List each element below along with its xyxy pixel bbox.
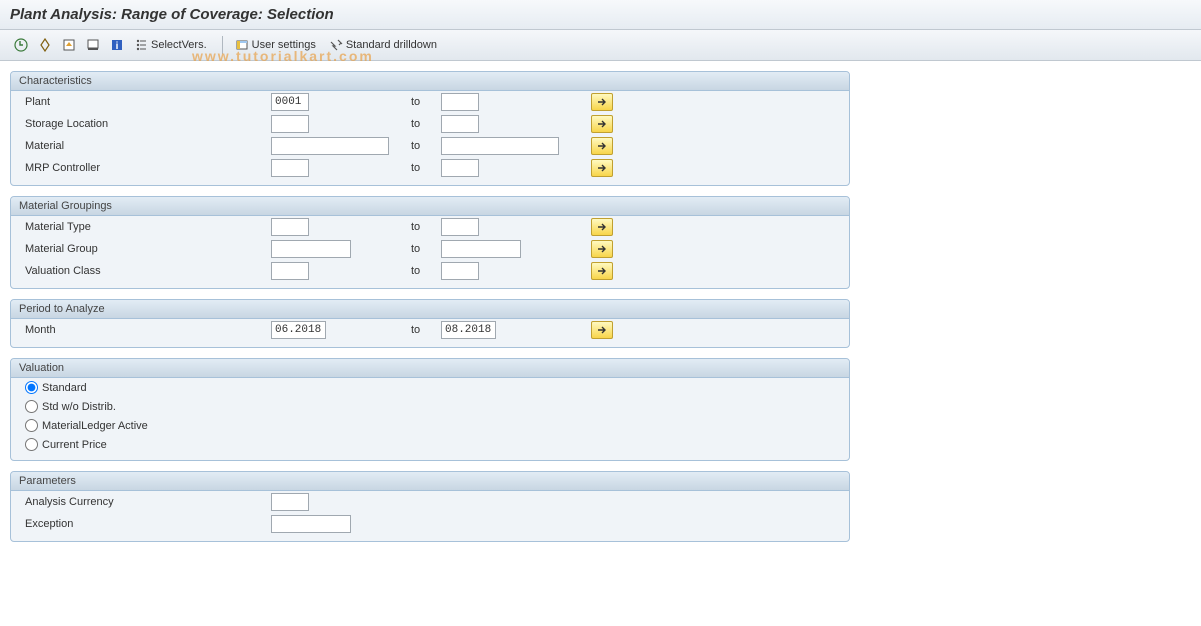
valuation-class-from-input[interactable]	[271, 262, 309, 280]
to-label: to	[411, 118, 441, 130]
to-label: to	[411, 324, 441, 336]
month-label: Month	[11, 324, 271, 336]
valuation-ml-radio[interactable]	[25, 419, 38, 432]
valuation-title: Valuation	[11, 359, 849, 378]
valuation-class-label: Valuation Class	[11, 265, 271, 277]
material-groupings-title: Material Groupings	[11, 197, 849, 216]
material-multiselect-button[interactable]	[591, 137, 613, 155]
application-toolbar: i SelectVers. User settings Standard dri…	[0, 30, 1201, 61]
to-label: to	[411, 162, 441, 174]
select-version-button[interactable]: SelectVers.	[130, 34, 214, 56]
parameters-title: Parameters	[11, 472, 849, 491]
material-label: Material	[11, 140, 271, 152]
month-multiselect-button[interactable]	[591, 321, 613, 339]
valuation-standard-label: Standard	[42, 382, 87, 394]
page-title: Plant Analysis: Range of Coverage: Selec…	[10, 6, 334, 23]
execute-icon[interactable]	[10, 34, 32, 56]
valuation-ml-label: MaterialLedger Active	[42, 420, 148, 432]
material-type-label: Material Type	[11, 221, 271, 233]
material-group-to-input[interactable]	[441, 240, 521, 258]
valuation-class-multiselect-button[interactable]	[591, 262, 613, 280]
month-to-input[interactable]	[441, 321, 496, 339]
characteristics-title: Characteristics	[11, 72, 849, 91]
exception-label: Exception	[11, 518, 271, 530]
exception-input[interactable]	[271, 515, 351, 533]
material-type-multiselect-button[interactable]	[591, 218, 613, 236]
material-from-input[interactable]	[271, 137, 389, 155]
to-label: to	[411, 221, 441, 233]
plant-to-input[interactable]	[441, 93, 479, 111]
toolbar-separator	[222, 36, 223, 54]
title-bar: Plant Analysis: Range of Coverage: Selec…	[0, 0, 1201, 30]
storage-location-from-input[interactable]	[271, 115, 309, 133]
material-type-from-input[interactable]	[271, 218, 309, 236]
to-label: to	[411, 243, 441, 255]
valuation-group: Valuation Standard Std w/o Distrib. Mate…	[10, 358, 850, 461]
period-group: Period to Analyze Month to	[10, 299, 850, 348]
mrp-to-input[interactable]	[441, 159, 479, 177]
valuation-standard-radio[interactable]	[25, 381, 38, 394]
material-group-from-input[interactable]	[271, 240, 351, 258]
to-label: to	[411, 96, 441, 108]
standard-drilldown-button[interactable]: Standard drilldown	[325, 34, 444, 56]
storage-location-to-input[interactable]	[441, 115, 479, 133]
mrp-multiselect-button[interactable]	[591, 159, 613, 177]
valuation-class-to-input[interactable]	[441, 262, 479, 280]
save-variant-icon[interactable]	[82, 34, 104, 56]
to-label: to	[411, 265, 441, 277]
storage-location-label: Storage Location	[11, 118, 271, 130]
characteristics-group: Characteristics Plant to Storage Locatio…	[10, 71, 850, 186]
valuation-current-label: Current Price	[42, 439, 107, 451]
material-to-input[interactable]	[441, 137, 559, 155]
plant-multiselect-button[interactable]	[591, 93, 613, 111]
material-group-label: Material Group	[11, 243, 271, 255]
material-group-multiselect-button[interactable]	[591, 240, 613, 258]
check-icon[interactable]	[34, 34, 56, 56]
get-variant-icon[interactable]	[58, 34, 80, 56]
mrp-controller-label: MRP Controller	[11, 162, 271, 174]
storage-location-multiselect-button[interactable]	[591, 115, 613, 133]
standard-drilldown-label: Standard drilldown	[346, 39, 437, 51]
analysis-currency-label: Analysis Currency	[11, 496, 271, 508]
material-type-to-input[interactable]	[441, 218, 479, 236]
valuation-std-wo-label: Std w/o Distrib.	[42, 401, 116, 413]
user-settings-label: User settings	[252, 39, 316, 51]
svg-text:i: i	[116, 41, 119, 52]
to-label: to	[411, 140, 441, 152]
valuation-std-wo-radio[interactable]	[25, 400, 38, 413]
plant-from-input[interactable]	[271, 93, 309, 111]
analysis-currency-input[interactable]	[271, 493, 309, 511]
select-version-label: SelectVers.	[151, 39, 207, 51]
parameters-group: Parameters Analysis Currency Exception	[10, 471, 850, 542]
material-groupings-group: Material Groupings Material Type to Mate…	[10, 196, 850, 289]
user-settings-button[interactable]: User settings	[231, 34, 323, 56]
period-title: Period to Analyze	[11, 300, 849, 319]
month-from-input[interactable]	[271, 321, 326, 339]
plant-label: Plant	[11, 96, 271, 108]
mrp-from-input[interactable]	[271, 159, 309, 177]
info-icon[interactable]: i	[106, 34, 128, 56]
valuation-current-radio[interactable]	[25, 438, 38, 451]
